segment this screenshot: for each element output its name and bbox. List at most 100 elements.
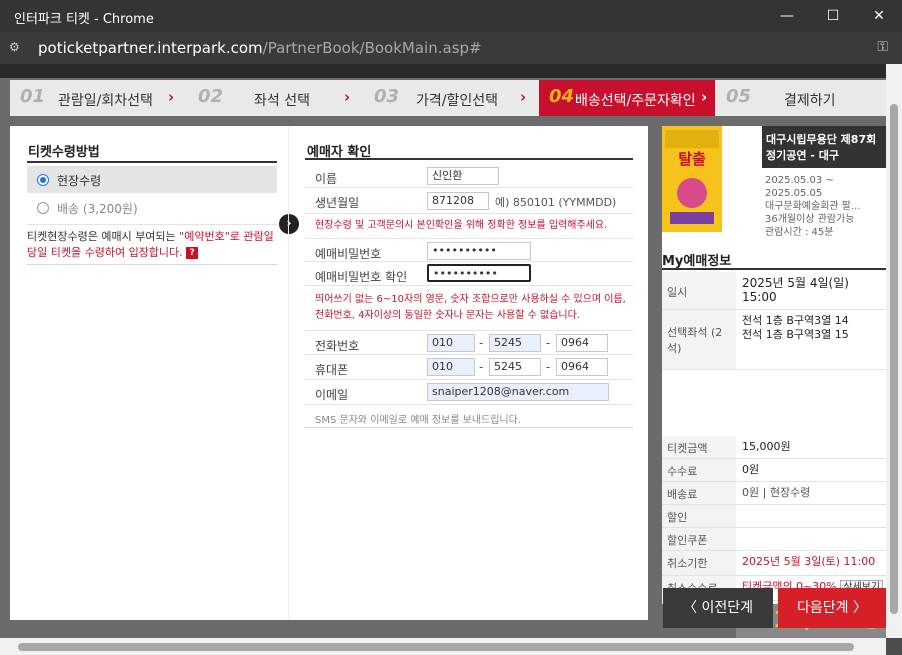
- maximize-button[interactable]: ☐: [810, 0, 856, 32]
- phone-field-1[interactable]: 010: [427, 334, 475, 352]
- show-details: 2025.05.03 ~ 2025.05.05 대구문화예술회관 팔... 36…: [765, 174, 886, 239]
- summary-row-coupon: 할인쿠폰: [662, 528, 886, 551]
- url-text[interactable]: poticketpartner.interpark.com/PartnerBoo…: [38, 39, 482, 57]
- summary-row-shipping: 배송료 0원 | 현장수령: [662, 482, 886, 505]
- radio-onsite-pickup[interactable]: 현장수령: [27, 166, 277, 193]
- step-4-active: 04 배송선택/주문자확인 ›: [539, 80, 715, 116]
- birth-field[interactable]: 871208: [427, 192, 489, 210]
- summary-key: 할인쿠폰: [662, 528, 736, 550]
- field-label: 전화번호: [315, 339, 360, 353]
- id-notice: 현장수령 및 고객문의시 본인확인을 위해 정확한 정보를 입력해주세요.: [315, 220, 608, 231]
- summary-value: 2025년 5월 3일(토) 11:00: [742, 555, 876, 568]
- field-label: 예매비밀번호 확인: [315, 270, 408, 284]
- summary-value: [740, 528, 744, 536]
- top-strip: [0, 64, 886, 78]
- phone-row: 전화번호 010 - 5245 - 0964: [305, 330, 633, 355]
- scrollbar-thumb[interactable]: [890, 104, 898, 614]
- show-venue: 대구문화예술회관 팔...: [765, 201, 861, 212]
- step-number: 01: [20, 86, 46, 107]
- main-panel: 티켓수령방법 현장수령 배송 (3,200원) 티켓현장수령은 예매시 부여되는…: [10, 126, 648, 620]
- pickup-notice: 티켓현장수령은 예매시 부여되는 "예약번호"로 관람일 당일 티켓을 수령하여…: [27, 224, 277, 261]
- step-1: 01 관람일/회차선택 ›: [10, 80, 186, 116]
- section-divider: [27, 161, 277, 163]
- mobile-field-2[interactable]: 5245: [489, 358, 541, 376]
- name-field[interactable]: 신인환: [427, 167, 499, 185]
- poster-graphic: [677, 178, 707, 208]
- minimize-button[interactable]: —: [764, 0, 810, 32]
- close-button[interactable]: ✕: [856, 0, 902, 32]
- page-content: 01 관람일/회차선택 › 02 좌석 선택 › 03 가격/할인선택 › 04…: [0, 64, 886, 638]
- step-2: 02 좌석 선택 ›: [188, 80, 364, 116]
- chevron-right-icon: ›: [344, 88, 351, 106]
- url-path: /PartnerBook/BookMain.asp#: [262, 39, 482, 57]
- summary-row-seats: 선택좌석 (2석) 전석 1층 B구역3열 14 전석 1층 B구역3열 15: [662, 310, 886, 370]
- section-title: 티켓수령방법: [28, 145, 100, 160]
- browser-window: 인터파크 티켓 - Chrome — ☐ ✕ ⚙ poticketpartner…: [0, 0, 902, 655]
- show-info: 탈출 대구시립무용단 제87회 정기공연 - 대구 2025.05.03 ~ 2…: [662, 126, 886, 248]
- birth-hint: 예) 850101 (YYMMDD): [495, 196, 617, 209]
- poster-header: [665, 130, 719, 148]
- step-number: 03: [374, 86, 400, 107]
- mobile-row: 휴대폰 010 - 5245 - 0964: [305, 355, 633, 380]
- password-field[interactable]: ••••••••••: [427, 242, 531, 260]
- mobile-field-1[interactable]: 010: [427, 358, 475, 376]
- title-bar: 인터파크 티켓 - Chrome — ☐ ✕: [0, 0, 902, 32]
- summary-key: 수수료: [662, 459, 736, 481]
- notice-text: 티켓현장수령은 예매시 부여되는: [27, 230, 180, 243]
- summary-value: 2025년 5월 4일(일) 15:00: [742, 276, 849, 304]
- summary-row-discount: 할인: [662, 505, 886, 528]
- step-number: 02: [198, 86, 224, 107]
- password-key-icon[interactable]: ⚿: [877, 39, 888, 55]
- help-icon[interactable]: ?: [186, 247, 199, 259]
- summary-row-datetime: 일시 2025년 5월 4일(일) 15:00: [662, 272, 886, 310]
- summary-value: 15,000원: [742, 440, 791, 453]
- step-label: 가격/할인선택: [416, 93, 498, 109]
- field-label: 예매비밀번호: [315, 247, 382, 261]
- dash: -: [546, 360, 551, 374]
- step-bar: 01 관람일/회차선택 › 02 좌석 선택 › 03 가격/할인선택 › 04…: [10, 80, 886, 116]
- chevron-right-icon: ›: [520, 88, 527, 106]
- vertical-scrollbar[interactable]: [886, 64, 902, 638]
- address-bar[interactable]: ⚙ poticketpartner.interpark.com/PartnerB…: [0, 32, 902, 64]
- show-poster: 탈출: [662, 126, 722, 232]
- phone-field-2[interactable]: 5245: [489, 334, 541, 352]
- summary-key: 선택좌석 (2석): [662, 310, 736, 369]
- radio-delivery[interactable]: 배송 (3,200원): [27, 194, 277, 221]
- radio-unchecked-icon[interactable]: [37, 202, 49, 214]
- email-field[interactable]: snaiper1208@naver.com: [427, 383, 609, 401]
- radio-checked-icon[interactable]: [37, 174, 49, 186]
- scrollbar-thumb[interactable]: [18, 643, 854, 651]
- radio-label: 현장수령: [57, 174, 102, 188]
- summary-row-ticket-price: 티켓금액 15,000원: [662, 436, 886, 459]
- summary-value: 전석 1층 B구역3열 14 전석 1층 B구역3열 15: [742, 314, 849, 341]
- summary-value: [740, 505, 744, 513]
- step-label: 좌석 선택: [254, 93, 310, 109]
- field-label: 이메일: [315, 388, 349, 402]
- url-domain: poticketpartner.interpark.com: [38, 39, 263, 57]
- summary-value: 0원 | 현장수령: [742, 486, 811, 499]
- horizontal-scrollbar[interactable]: [0, 638, 886, 655]
- previous-step-button[interactable]: 〈 이전단계: [663, 588, 773, 628]
- summary-key: 취소기한: [662, 551, 736, 575]
- summary-row-cancel-deadline: 취소기한 2025년 5월 3일(토) 11:00: [662, 551, 886, 576]
- step-5: 05 결제하기: [716, 80, 886, 116]
- window-title: 인터파크 티켓 - Chrome: [14, 12, 154, 27]
- mobile-field-3[interactable]: 0964: [556, 358, 608, 376]
- step-3: 03 가격/할인선택 ›: [364, 80, 538, 116]
- summary-key: 일시: [662, 272, 736, 309]
- section-divider: [305, 158, 633, 160]
- step-number: 05: [726, 86, 752, 107]
- dash: -: [479, 360, 484, 374]
- summary-row-fee: 수수료 0원: [662, 459, 886, 482]
- chevron-right-icon: ›: [701, 88, 708, 106]
- password-confirm-row: 예매비밀번호 확인 ••••••••••: [305, 262, 633, 286]
- field-label: 이름: [315, 172, 338, 186]
- site-info-icon[interactable]: ⚙: [9, 40, 27, 56]
- booking-summary-panel: 탈출 대구시립무용단 제87회 정기공연 - 대구 2025.05.03 ~ 2…: [662, 126, 886, 638]
- section-divider: [305, 427, 633, 428]
- next-step-button[interactable]: 다음단계 〉: [778, 588, 886, 628]
- password-confirm-field[interactable]: ••••••••••: [427, 264, 531, 282]
- password-row: 예매비밀번호 ••••••••••: [305, 238, 633, 262]
- phone-field-3[interactable]: 0964: [556, 334, 608, 352]
- email-row: 이메일 snaiper1208@naver.com: [305, 380, 633, 405]
